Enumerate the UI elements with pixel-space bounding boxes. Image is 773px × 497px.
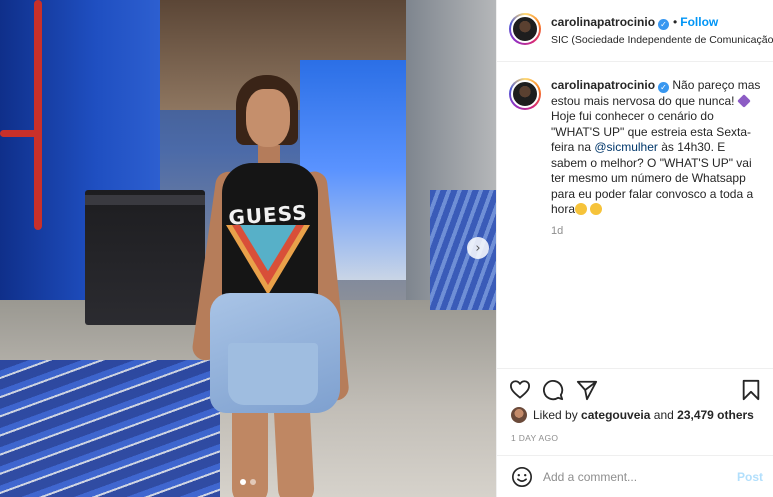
person-face	[246, 89, 290, 147]
comment-icon[interactable]	[542, 379, 564, 404]
liker-username[interactable]: categouveia	[581, 408, 650, 422]
caption-mention-link[interactable]: @sicmulher	[594, 140, 658, 154]
author-username[interactable]: carolinapatrocinio	[551, 15, 655, 29]
liker-avatar[interactable]	[511, 407, 527, 423]
post-photo[interactable]: GUESS ›	[0, 0, 496, 497]
likes-connector: and	[653, 408, 674, 422]
person-denim-shorts	[228, 343, 318, 405]
paper-plane-icon[interactable]	[576, 379, 598, 404]
caption-timestamp[interactable]: 1d	[551, 225, 563, 237]
verified-badge-icon: ✓	[658, 19, 670, 30]
post-header: carolinapatrocinio ✓ • Follow SIC (Sociedad…	[497, 0, 773, 62]
carousel-next-button[interactable]: ›	[467, 237, 489, 259]
photo-red-pipe	[0, 130, 40, 137]
smiley-icon[interactable]	[511, 466, 533, 491]
photo-equipment-case-lid	[85, 195, 205, 205]
shirt-triangle-graphic	[240, 225, 296, 271]
photo-person: GUESS	[188, 75, 358, 497]
author-avatar[interactable]	[509, 13, 541, 45]
photo-red-pipe	[34, 0, 42, 230]
verified-badge-icon: ✓	[658, 82, 670, 93]
post-caption: carolinapatrocinio ✓ Não pareço mas estou…	[551, 78, 763, 218]
nervous-emoji-icon	[737, 93, 751, 108]
post-location-link[interactable]: SIC (Sociedade Independente de Comunicaç…	[551, 34, 773, 46]
comment-bar: Post	[497, 455, 773, 497]
post-side-panel: carolinapatrocinio ✓ • Follow SIC (Sociedad…	[496, 0, 773, 497]
crazy-face-emoji-icon	[575, 203, 588, 215]
bookmark-icon[interactable]	[741, 379, 761, 404]
header-separator: •	[673, 15, 678, 29]
post-comment-button[interactable]: Post	[737, 470, 763, 484]
post-date[interactable]: 1 DAY AGO	[511, 433, 558, 443]
post-actions-section: Liked by categouveia and 23,479 others 1…	[497, 368, 773, 496]
grinning-sweat-emoji-icon	[590, 203, 603, 215]
carousel-dot	[250, 479, 256, 485]
photo-blue-rods	[0, 360, 220, 497]
likes-summary: Liked by categouveia and 23,479 others	[511, 407, 754, 423]
caption-username[interactable]: carolinapatrocinio	[551, 78, 655, 92]
likes-prefix: Liked by	[533, 408, 578, 422]
comment-input[interactable]	[543, 467, 723, 487]
likes-count-link[interactable]: 23,479 others	[677, 408, 754, 422]
photo-equipment-cases	[85, 190, 205, 325]
heart-icon[interactable]	[509, 379, 531, 402]
follow-button[interactable]: Follow	[680, 15, 718, 29]
caption-author-avatar[interactable]	[509, 78, 541, 110]
carousel-indicator	[240, 479, 256, 485]
carousel-dot-active	[240, 479, 246, 485]
chevron-right-icon: ›	[475, 240, 481, 256]
